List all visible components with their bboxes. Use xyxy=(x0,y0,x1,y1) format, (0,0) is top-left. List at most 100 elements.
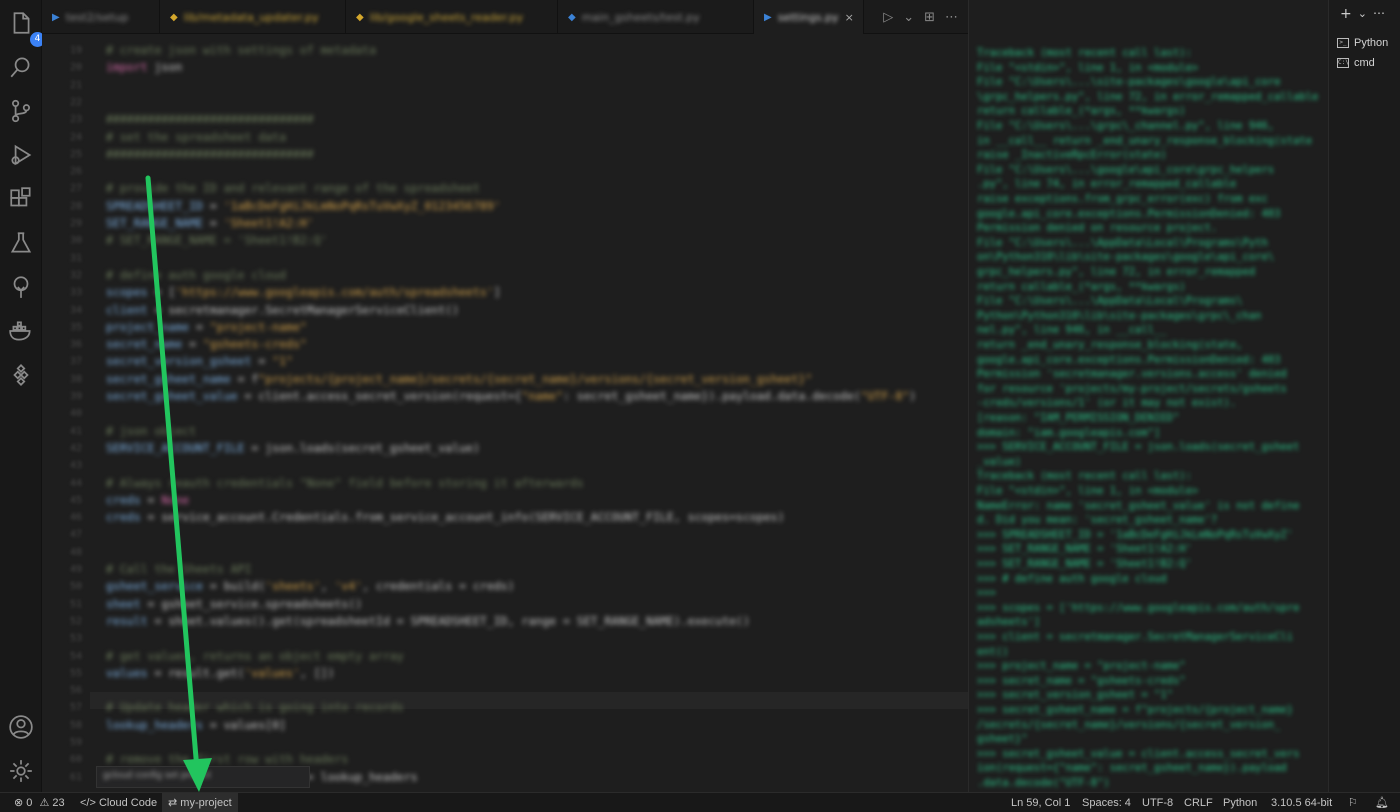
terminal-output-line: in __call__ return _end_unary_response_b… xyxy=(977,134,1313,147)
line-number: 32 xyxy=(69,269,82,281)
more-icon[interactable]: ⋯ xyxy=(1373,6,1385,22)
settings-gear-icon[interactable] xyxy=(8,758,34,784)
code-editor[interactable]: 19 20 21 22 23 24 25 26 27 28 29 30 31 32 33 34 35 36 37 38… xyxy=(42,34,968,792)
close-icon[interactable]: × xyxy=(845,11,854,24)
code-line: creds = None xyxy=(106,492,190,507)
split-editor-icon[interactable]: ⊞ xyxy=(924,10,935,25)
indentation[interactable]: Spaces: 4 xyxy=(1082,793,1131,812)
terminal-output-line: .py", line 74, in error_remapped_callabl… xyxy=(977,178,1237,191)
line-number: 22 xyxy=(69,96,82,108)
line-number: 25 xyxy=(69,148,82,160)
tab-active[interactable]: ▶ settings.py × xyxy=(754,0,864,34)
encoding[interactable]: UTF-8 xyxy=(1142,793,1173,812)
terminal-output-line: File "C:\Users\...\AppData\Local\Program… xyxy=(977,236,1268,249)
terminal-output-line: >>> xyxy=(977,587,996,600)
line-ending[interactable]: CRLF xyxy=(1184,793,1213,812)
terminal-output-line: NameError: name 'secret_gsheet_value' is… xyxy=(977,499,1300,512)
more-icon[interactable]: ⋯ xyxy=(945,10,958,25)
line-number: 42 xyxy=(69,442,82,454)
language-mode[interactable]: Python xyxy=(1223,793,1257,812)
code-line: creds = service_account.Credentials.from… xyxy=(106,510,785,525)
terminal-output-line: grpc_helpers.py", line 72, in error_rema… xyxy=(977,266,1256,278)
code-line: # provide the ID and relevant range of t… xyxy=(106,181,480,196)
terminal-item-cmd[interactable]: C:\ cmd xyxy=(1337,54,1375,72)
tree-icon[interactable] xyxy=(8,274,34,300)
terminal-icon: >_ xyxy=(1337,38,1349,48)
tab-2[interactable]: ◆ lib/google_sheets_reader.py xyxy=(346,0,558,34)
terminal-output-line: Python\Python310\lib\site-packages\grpc\… xyxy=(977,309,1262,322)
cursor-position[interactable]: Ln 59, Col 1 xyxy=(1011,793,1070,812)
line-number: 47 xyxy=(69,529,82,541)
line-number: 55 xyxy=(69,667,82,679)
chevron-down-icon[interactable]: ⌄ xyxy=(903,10,914,25)
line-number: 30 xyxy=(69,235,82,247)
line-number: 31 xyxy=(69,252,82,264)
terminal-output-line: _value) xyxy=(977,455,1022,468)
line-number: 41 xyxy=(69,425,82,437)
file-icon: ▶ xyxy=(764,11,772,23)
tab-1[interactable]: ◆ lib/metadata_updater.py xyxy=(160,0,346,34)
terminal-output-line: return callable_(*args, **kwargs) xyxy=(977,280,1186,293)
feedback-icon[interactable]: ⚐ xyxy=(1348,793,1358,812)
tab-3[interactable]: ◆ main_gsheets/test.py xyxy=(558,0,754,34)
new-terminal-icon[interactable]: + xyxy=(1340,6,1352,22)
code-line: secret_gsheet_value = client.access_secr… xyxy=(106,389,917,403)
terminal-output-line: ent() xyxy=(977,645,1009,658)
line-number: 28 xyxy=(69,200,82,212)
terminal-output-line: File "<stdin>", line 1, in <module> xyxy=(977,61,1199,74)
account-icon[interactable] xyxy=(8,714,34,740)
code-line: ############################## xyxy=(106,112,314,127)
code-area[interactable]: # create json with settings of metadata i… xyxy=(106,34,968,792)
line-number: 46 xyxy=(69,512,82,524)
line-number: 39 xyxy=(69,391,82,402)
run-debug-icon[interactable] xyxy=(8,142,34,168)
cloud-code-button[interactable]: </> Cloud Code xyxy=(80,793,157,812)
chevron-down-icon[interactable]: ⌄ xyxy=(1358,6,1367,22)
code-line: secret_gsheet_name = f"projects/{project… xyxy=(106,371,813,386)
terminal-list: >_ Python C:\ cmd xyxy=(1328,0,1400,792)
line-number: 27 xyxy=(69,183,82,195)
line-number: 19 xyxy=(69,45,82,56)
code-line: secret_name = "gsheets-creds" xyxy=(106,337,307,352)
notifications-bell-icon[interactable]: 🔔︎ xyxy=(1375,793,1389,812)
terminal-output-line: for resource 'projects/my-project/secret… xyxy=(977,382,1287,395)
code-line: values = result.get('values', []) xyxy=(106,665,335,680)
python-file-icon: ◆ xyxy=(568,11,576,23)
testing-flask-icon[interactable] xyxy=(8,230,34,256)
code-line: SPREADSHEET_ID = '1aBcDeFgHiJkLmNoPqRsTu… xyxy=(106,198,501,213)
line-number: 23 xyxy=(69,114,82,126)
status-bar: ⊗ 0 ⚠ 23 </> Cloud Code ⇄ my-project Ln … xyxy=(0,792,1400,812)
code-line: sheet = gsheet_service.spreadsheets() xyxy=(106,596,363,611)
code-line: # create json with settings of metadata xyxy=(106,43,377,57)
problems-indicator[interactable]: ⊗ 0 ⚠ 23 xyxy=(14,793,65,812)
search-icon[interactable] xyxy=(8,54,34,80)
terminal-output-line: >>> secret_name = "gsheets-creds" xyxy=(977,674,1186,687)
editor-actions: ▷ ⌄ ⊞ ⋯ xyxy=(883,0,958,34)
terminal-output-line: >>> SET_RANGE_NAME = 'Sheet1!A2:H' xyxy=(977,543,1192,556)
terminal-output-line: adsheets'] xyxy=(977,616,1041,629)
line-number: 21 xyxy=(69,79,82,91)
run-icon[interactable]: ▷ xyxy=(883,10,893,25)
line-number: 26 xyxy=(69,166,82,178)
line-number: 35 xyxy=(69,321,82,333)
terminal-output-line: Traceback (most recent call last): xyxy=(977,470,1192,483)
code-line: # Always reauth credentials "None" field… xyxy=(106,475,584,490)
terminal-panel[interactable]: Traceback (most recent call last): File … xyxy=(968,0,1328,792)
explorer-icon[interactable]: 4 xyxy=(8,10,45,47)
terminal-output-line: google.api_core.exceptions.PermissionDen… xyxy=(977,207,1281,220)
terminal-output-line: >>> SET_RANGE_NAME = 'Sheet1!B2:Q' xyxy=(977,558,1192,570)
code-line: # Call the Sheets API xyxy=(106,562,252,576)
project-selector[interactable]: ⇄ my-project xyxy=(162,793,238,812)
tab-0[interactable]: ▶ test2/setup xyxy=(42,0,160,34)
terminal-item-python[interactable]: >_ Python xyxy=(1337,34,1388,52)
terminal-output-line: >>> client = secretmanager.SecretManager… xyxy=(977,631,1294,643)
python-interpreter[interactable]: 3.10.5 64-bit xyxy=(1271,793,1332,812)
kubernetes-icon[interactable] xyxy=(8,362,34,388)
line-number: 44 xyxy=(69,477,82,489)
line-number: 60 xyxy=(69,754,82,766)
terminal-output-line: return callable_(*args, **kwargs) xyxy=(977,105,1186,118)
extensions-icon[interactable] xyxy=(8,186,34,212)
code-line: # define auth google cloud xyxy=(106,267,287,282)
docker-icon[interactable] xyxy=(8,318,34,344)
source-control-icon[interactable] xyxy=(8,98,34,124)
